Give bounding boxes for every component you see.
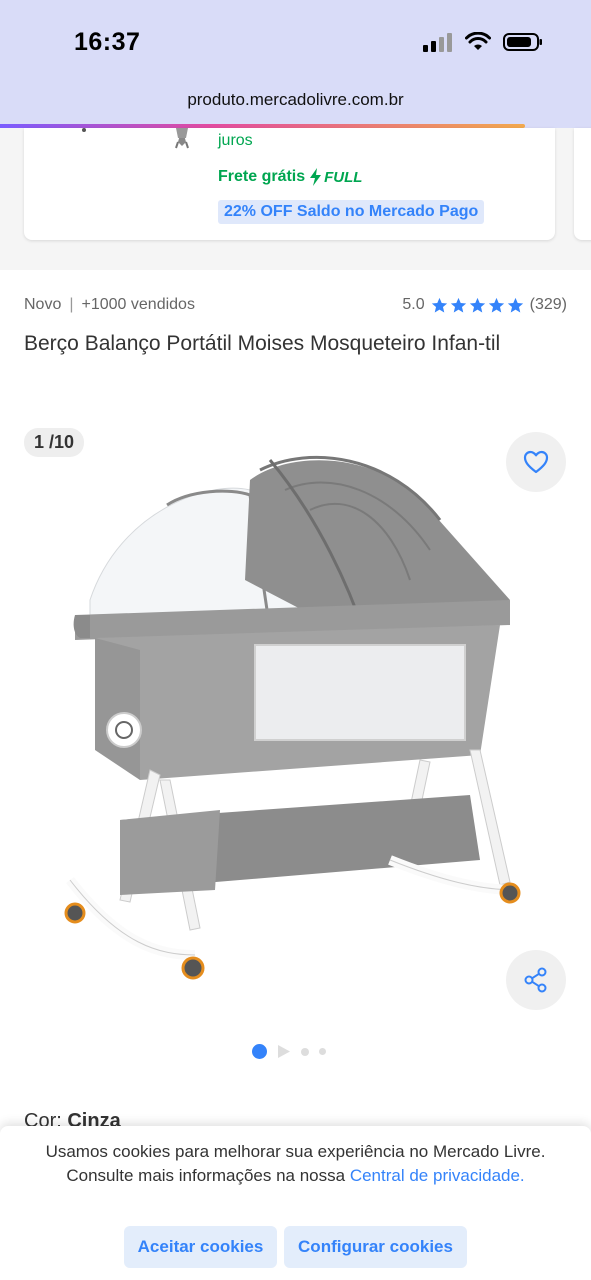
rating-stars xyxy=(431,297,524,314)
star-icon xyxy=(469,297,485,312)
play-icon[interactable] xyxy=(277,1044,291,1059)
battery-icon xyxy=(503,33,542,51)
cookie-banner: Usamos cookies para melhorar sua experiê… xyxy=(0,1126,591,1280)
related-products-strip: juros Frete grátis FULL 22% OFF Saldo no… xyxy=(0,128,591,270)
status-icons xyxy=(423,32,543,52)
star-icon xyxy=(431,297,447,312)
product-meta: Novo | +1000 vendidos 5.0 (329) xyxy=(24,296,567,314)
status-time: 16:37 xyxy=(74,28,141,56)
url-bar[interactable]: produto.mercadolivre.com.br xyxy=(0,90,591,110)
accept-cookies-button[interactable]: Aceitar cookies xyxy=(124,1226,277,1268)
separator: | xyxy=(69,296,74,313)
full-label: FULL xyxy=(324,168,363,186)
full-badge: FULL xyxy=(309,168,362,186)
pagination-dot[interactable] xyxy=(301,1047,309,1056)
configure-cookies-button[interactable]: Configurar cookies xyxy=(284,1226,467,1268)
cookie-message: Usamos cookies para melhorar sua experiê… xyxy=(40,1140,551,1188)
wifi-icon xyxy=(465,32,491,50)
share-icon xyxy=(524,967,547,993)
free-shipping: Frete grátis FULL xyxy=(218,168,362,186)
pagination-dot[interactable] xyxy=(319,1048,326,1055)
installment-text: juros xyxy=(218,132,253,149)
discount-tag: 22% OFF Saldo no Mercado Pago xyxy=(218,200,485,224)
rating-value: 5.0 xyxy=(402,296,425,313)
review-count: (329) xyxy=(529,296,567,313)
free-shipping-label: Frete grátis xyxy=(218,168,306,185)
rating[interactable]: 5.0 (329) xyxy=(402,296,567,314)
browser-chrome: 16:37 produto.mercadolivre.com.br xyxy=(0,0,591,128)
star-icon xyxy=(507,297,523,312)
condition: Novo xyxy=(24,296,62,313)
star-icon xyxy=(450,297,466,312)
lightning-icon xyxy=(310,168,322,186)
condition-sold: Novo | +1000 vendidos xyxy=(24,296,195,314)
related-product-card-next[interactable] xyxy=(574,128,591,240)
sold-count: +1000 vendidos xyxy=(81,296,195,313)
product-page: 16:37 produto.mercadolivre.com.br juros … xyxy=(0,0,591,1280)
star-icon xyxy=(488,297,504,312)
product-title: Berço Balanço Portátil Moises Mosqueteir… xyxy=(24,332,501,355)
signal-icon xyxy=(423,33,452,52)
gallery-pagination xyxy=(252,1044,326,1059)
related-product-card[interactable]: juros Frete grátis FULL 22% OFF Saldo no… xyxy=(24,128,555,240)
related-product-thumbnail xyxy=(82,128,189,149)
share-button[interactable] xyxy=(506,950,566,1010)
product-image[interactable] xyxy=(60,450,530,990)
privacy-center-link[interactable]: Central de privacidade. xyxy=(350,1166,525,1185)
pagination-dot-active[interactable] xyxy=(252,1044,267,1059)
